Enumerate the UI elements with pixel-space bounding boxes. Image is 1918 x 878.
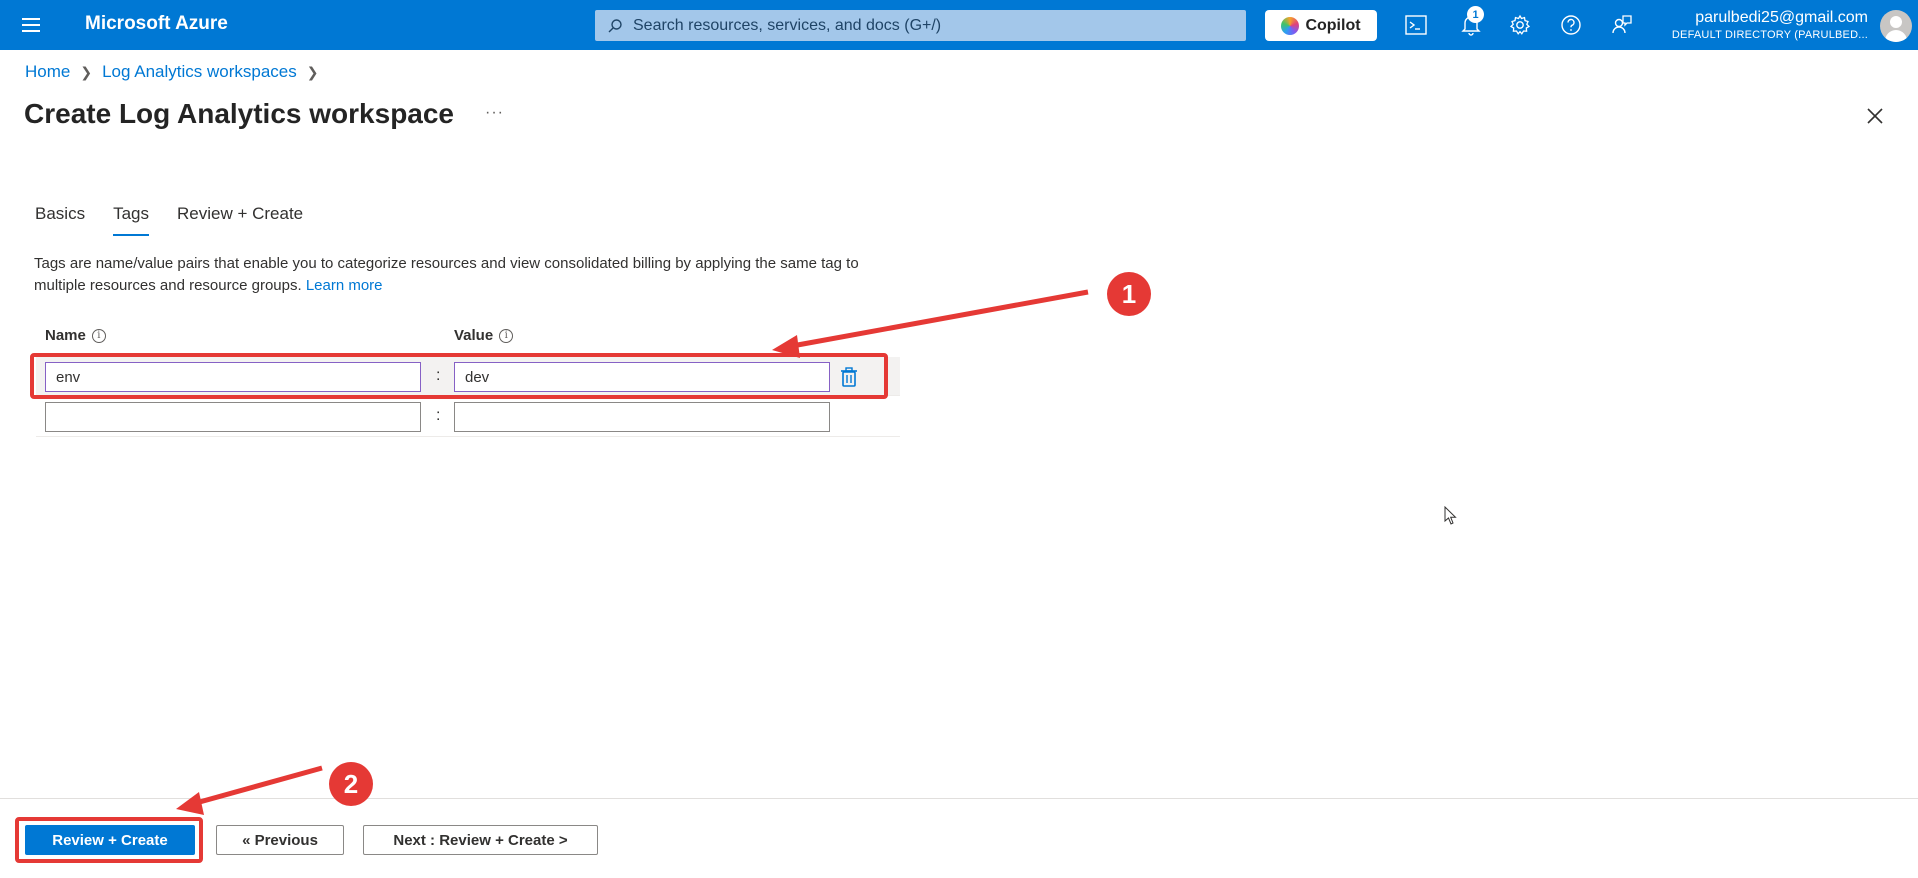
help-icon[interactable] <box>1557 11 1585 39</box>
tab-tags[interactable]: Tags <box>113 204 149 236</box>
tag-value-input-empty[interactable] <box>454 402 830 432</box>
account-directory: DEFAULT DIRECTORY (PARULBED... <box>1671 29 1868 41</box>
tag-separator: : <box>436 407 441 424</box>
row-divider <box>36 436 900 437</box>
tab-review-create[interactable]: Review + Create <box>177 204 303 236</box>
name-column-header: Name i <box>45 327 106 344</box>
breadcrumb-home[interactable]: Home <box>25 62 70 82</box>
learn-more-link[interactable]: Learn more <box>306 277 383 294</box>
brand-title[interactable]: Microsoft Azure <box>85 13 228 35</box>
copilot-icon <box>1281 16 1300 35</box>
breadcrumb: Home ❯ Log Analytics workspaces ❯ <box>25 62 328 82</box>
copilot-button[interactable]: Copilot <box>1265 10 1377 41</box>
review-create-button[interactable]: Review + Create <box>25 825 195 855</box>
avatar[interactable] <box>1880 10 1912 42</box>
annotation-step-2: 2 <box>329 762 373 806</box>
tag-name-input[interactable] <box>45 362 421 392</box>
tag-value-input[interactable] <box>454 362 830 392</box>
chevron-right-icon: ❯ <box>306 63 319 80</box>
tab-basics[interactable]: Basics <box>35 204 85 236</box>
tags-description: Tags are name/value pairs that enable yo… <box>34 253 894 297</box>
name-header-label: Name <box>45 327 86 344</box>
next-review-create-button[interactable]: Next : Review + Create > <box>363 825 598 855</box>
global-search[interactable] <box>595 10 1246 41</box>
page-title: Create Log Analytics workspace <box>24 98 455 129</box>
tag-name-input-empty[interactable] <box>45 402 421 432</box>
delete-trash-icon[interactable] <box>838 366 860 388</box>
top-navigation-bar: Microsoft Azure Copilot 1 parulbedi25@gm… <box>0 0 1918 50</box>
cloud-shell-icon[interactable] <box>1402 11 1430 39</box>
feedback-icon[interactable] <box>1607 11 1635 39</box>
tag-separator: : <box>436 367 441 384</box>
info-icon[interactable]: i <box>499 328 514 343</box>
menu-icon[interactable] <box>18 14 44 36</box>
close-icon[interactable] <box>1863 104 1887 128</box>
account-info[interactable]: parulbedi25@gmail.com DEFAULT DIRECTORY … <box>1672 8 1868 42</box>
annotation-arrows <box>176 289 1089 815</box>
breadcrumb-log-analytics[interactable]: Log Analytics workspaces <box>102 62 297 82</box>
chevron-right-icon: ❯ <box>80 63 93 80</box>
footer-divider <box>0 798 1918 799</box>
more-options-button[interactable]: ··· <box>485 104 504 122</box>
copilot-label: Copilot <box>1305 16 1361 34</box>
info-icon[interactable]: i <box>91 328 106 343</box>
notification-badge: 1 <box>1467 6 1484 23</box>
value-header-label: Value <box>454 327 494 344</box>
row-divider <box>36 395 900 396</box>
search-input[interactable] <box>633 16 1193 35</box>
wizard-tabs: Basics Tags Review + Create <box>35 204 331 236</box>
previous-button[interactable]: « Previous <box>216 825 344 855</box>
mouse-cursor-icon <box>1444 506 1457 525</box>
tags-description-text: Tags are name/value pairs that enable yo… <box>34 255 859 294</box>
search-icon <box>608 18 622 32</box>
account-email: parulbedi25@gmail.com <box>1695 9 1868 26</box>
annotation-step-1: 1 <box>1107 272 1151 316</box>
value-column-header: Value i <box>454 327 514 344</box>
settings-gear-icon[interactable] <box>1506 11 1534 39</box>
